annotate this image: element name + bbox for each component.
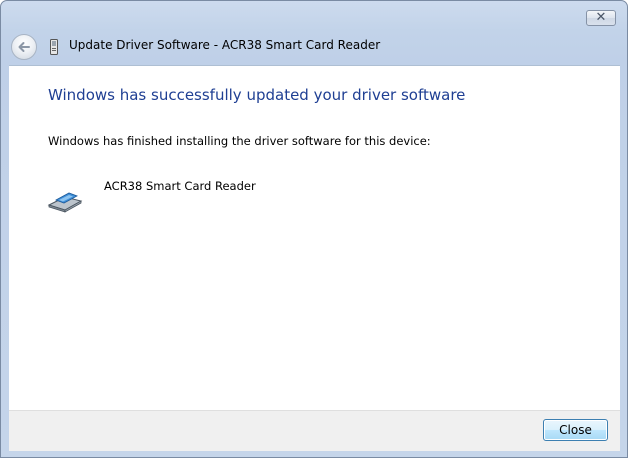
description-text: Windows has finished installing the driv… (48, 134, 431, 148)
back-arrow-icon (18, 42, 30, 52)
main-instruction: Windows has successfully updated your dr… (48, 86, 466, 104)
dialog-title: Update Driver Software - ACR38 Smart Car… (69, 38, 381, 52)
button-bar: Close (9, 410, 620, 451)
back-button[interactable] (11, 34, 37, 60)
close-button[interactable]: Close (543, 419, 608, 441)
title-bar: Update Driver Software - ACR38 Smart Car… (1, 29, 627, 65)
device-name: ACR38 Smart Card Reader (104, 179, 256, 193)
device-manager-icon (50, 39, 58, 55)
window-close-button[interactable]: ✕ (586, 10, 616, 26)
smart-card-reader-icon (47, 192, 83, 213)
content-panel: Windows has successfully updated your dr… (9, 65, 620, 411)
dialog-window: ✕ Update Driver Software - ACR38 Smart C… (0, 0, 628, 458)
